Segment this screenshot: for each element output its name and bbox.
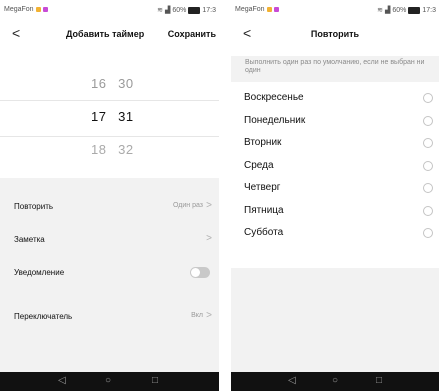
radio-circle-icon[interactable] [423, 93, 433, 103]
minute-value: 32 [118, 142, 134, 157]
minute-value: 31 [118, 109, 134, 124]
add-timer-screen: MegaFon ≋ ▟ 60% 17:3 < Добавить таймер С… [0, 0, 219, 391]
status-bar: MegaFon ≋ ▟ 60% 17:3 [0, 0, 219, 20]
radio-circle-icon[interactable] [423, 160, 433, 171]
sim2-icon [42, 7, 48, 12]
sim1-icon [35, 7, 41, 12]
weekday-option[interactable]: Пятница [231, 199, 439, 222]
page-title: Повторить [310, 29, 360, 39]
picker-row-selected[interactable]: 17 31 [91, 109, 141, 124]
signal-icon: ▟ [164, 7, 171, 14]
toggle-knob [191, 268, 200, 277]
battery-icon [188, 6, 201, 14]
save-button[interactable]: Сохранить [168, 29, 216, 39]
wifi-icon: ≋ [377, 7, 383, 14]
battery-percent: 60% [172, 6, 187, 14]
chevron-right-icon: > [206, 200, 212, 211]
hour-value: 17 [91, 109, 107, 124]
minute-value: 30 [118, 76, 134, 91]
carrier-name: MegaFon [235, 6, 265, 13]
sim1-icon [266, 7, 272, 12]
system-nav-bar: ◁ ○ □ [0, 372, 219, 391]
sim2-icon [273, 7, 279, 12]
weekday-label: Среда [244, 159, 274, 171]
repeat-screen: MegaFon ≋ ▟ 60% 17:3 < Повторить Выполни… [231, 0, 439, 391]
hour-value: 18 [91, 142, 107, 157]
picker-row-previous[interactable]: 16 30 [91, 76, 141, 91]
battery-percent: 60% [392, 6, 407, 14]
battery-icon [408, 6, 421, 14]
radio-circle-icon[interactable] [423, 228, 433, 238]
nav-recent-icon[interactable]: □ [152, 375, 158, 386]
weekday-label: Понедельник [244, 114, 306, 126]
default-hint: Выполнить один раз по умолчанию, если не… [243, 56, 439, 82]
header: < Добавить таймер Сохранить [0, 22, 219, 46]
repeat-setting[interactable]: Повторить Один раз > [0, 193, 219, 221]
empty-area [231, 268, 439, 372]
setting-label: Уведомление [14, 268, 65, 277]
picker-divider-top [0, 100, 219, 101]
setting-value: Вкл [191, 312, 203, 319]
back-button[interactable]: < [12, 25, 20, 41]
status-bar: MegaFon ≋ ▟ 60% 17:3 [231, 0, 439, 20]
weekday-label: Четверг [244, 182, 281, 193]
chevron-right-icon: > [206, 310, 212, 321]
radio-circle-icon[interactable] [423, 115, 433, 126]
notification-toggle[interactable] [190, 267, 210, 278]
page-title: Добавить таймер [66, 29, 145, 39]
weekday-label: Воскресенье [244, 92, 304, 103]
nav-home-icon[interactable]: ○ [105, 375, 111, 386]
setting-value: Один раз [172, 202, 203, 209]
weekday-option[interactable]: Вторник [231, 132, 439, 154]
weekday-label: Вторник [244, 137, 282, 148]
hour-value: 16 [91, 76, 107, 91]
radio-circle-icon[interactable] [423, 205, 433, 216]
header: < Повторить [231, 22, 439, 46]
weekday-option[interactable]: Воскресенье [231, 87, 439, 109]
clock: 17:3 [202, 6, 216, 14]
nav-back-icon[interactable]: ◁ [58, 375, 66, 386]
system-nav-bar: ◁ ○ □ [231, 372, 439, 391]
weekday-label: Суббота [244, 227, 284, 238]
weekday-option[interactable]: Понедельник [231, 109, 439, 132]
weekday-option[interactable]: Среда [231, 154, 439, 177]
notification-setting: Уведомление [0, 259, 219, 287]
weekday-label: Пятница [244, 204, 284, 216]
nav-back-icon[interactable]: ◁ [288, 375, 296, 386]
nav-recent-icon[interactable]: □ [376, 375, 382, 386]
setting-label: Повторить [14, 202, 54, 211]
carrier-name: MegaFon [4, 6, 34, 13]
signal-icon: ▟ [384, 7, 391, 14]
radio-circle-icon[interactable] [423, 138, 433, 148]
switch-setting[interactable]: Переключатель Вкл > [0, 303, 219, 331]
radio-circle-icon[interactable] [423, 183, 433, 193]
setting-label: Заметка [14, 235, 45, 244]
weekday-option[interactable]: Суббота [231, 222, 439, 244]
chevron-right-icon: > [206, 233, 212, 244]
picker-divider-bottom [0, 136, 219, 137]
time-picker[interactable]: 16 30 17 31 18 32 [0, 62, 219, 178]
setting-label: Переключатель [14, 312, 73, 321]
note-setting[interactable]: Заметка > [0, 226, 219, 254]
wifi-icon: ≋ [157, 7, 163, 14]
picker-row-next[interactable]: 18 32 [91, 142, 141, 157]
nav-home-icon[interactable]: ○ [332, 375, 338, 386]
clock: 17:3 [422, 6, 436, 14]
weekday-option[interactable]: Четверг [231, 177, 439, 199]
